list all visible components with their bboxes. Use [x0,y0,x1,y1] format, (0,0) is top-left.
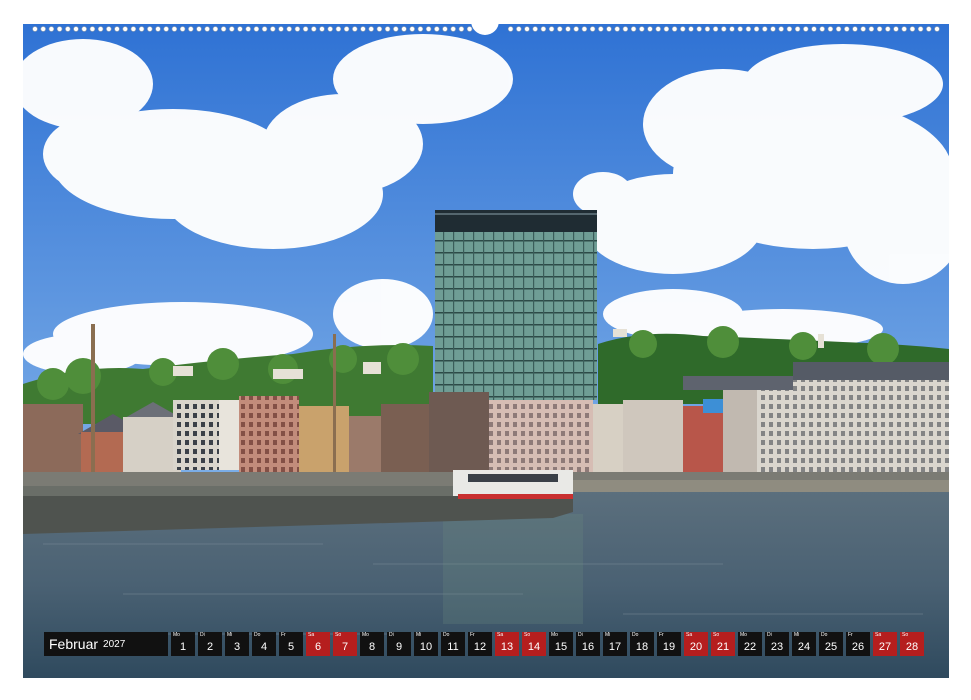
day-number: 13 [500,641,514,653]
day-number: 5 [287,641,295,653]
day-number: 16 [581,641,595,653]
calendar-day: Di 23 [765,632,789,656]
calendar-day: Mo 22 [738,632,762,656]
day-number: 21 [716,641,730,653]
day-number: 6 [314,641,322,653]
month-label-box: Februar 2027 [44,632,168,656]
day-number: 14 [527,641,541,653]
weekday-abbrev: Mo [362,632,369,638]
day-number: 12 [473,641,487,653]
year: 2027 [103,638,126,650]
day-number: 20 [689,641,703,653]
calendar-day: Sa 20 [684,632,708,656]
calendar-day: Mo 1 [171,632,195,656]
calendar-day: Mi 17 [603,632,627,656]
calendar-day: Do 25 [819,632,843,656]
month-name: Februar [49,636,99,652]
weekday-abbrev: Mo [173,632,180,638]
day-number: 22 [743,641,757,653]
day-number: 7 [341,641,349,653]
calendar-day: So 14 [522,632,546,656]
calendar-day: Fr 5 [279,632,303,656]
weekday-abbrev: Fr [470,632,475,638]
calendar-day: Fr 26 [846,632,870,656]
weekday-abbrev: Sa [686,632,693,638]
weekday-abbrev: Sa [875,632,882,638]
calendar-day: Mi 3 [225,632,249,656]
calendar-day: Fr 19 [657,632,681,656]
calendar-day: Fr 12 [468,632,492,656]
calendar-day: Di 16 [576,632,600,656]
calendar-day: Di 9 [387,632,411,656]
calendar-day: Mi 10 [414,632,438,656]
calendar-day: So 21 [711,632,735,656]
weekday-abbrev: Mo [551,632,558,638]
calendar-photo [23,24,949,678]
weekday-abbrev: So [713,632,720,638]
weekday-abbrev: Mi [227,632,233,638]
day-number: 11 [447,641,459,653]
day-number: 19 [662,641,676,653]
day-number: 28 [905,641,919,653]
calendar-day: Sa 27 [873,632,897,656]
calendar-day: Sa 6 [306,632,330,656]
day-number: 2 [206,641,214,653]
weekday-abbrev: Di [767,632,772,638]
calendar-day: Mo 15 [549,632,573,656]
day-number: 23 [770,641,784,653]
day-number: 26 [851,641,865,653]
day-number: 3 [233,641,241,653]
weekday-abbrev: Do [254,632,261,638]
calendar-day: Di 2 [198,632,222,656]
calendar-day: Do 18 [630,632,654,656]
weekday-abbrev: Mi [794,632,800,638]
calendar-day: So 28 [900,632,924,656]
weekday-abbrev: Di [389,632,394,638]
day-number: 4 [260,641,268,653]
weekday-abbrev: Sa [308,632,315,638]
weekday-abbrev: Fr [281,632,286,638]
weekday-abbrev: So [902,632,909,638]
calendar-day: Do 4 [252,632,276,656]
weekday-abbrev: Di [578,632,583,638]
calendar-day: Mi 24 [792,632,816,656]
calendar-strip: Februar 2027 Mo 1 Di 2 Mi 3 Do 4 Fr 5 Sa 6 So 7 Mo 8 Di 9… [44,632,924,656]
weekday-abbrev: Di [200,632,205,638]
day-number: 9 [395,641,403,653]
day-number: 15 [554,641,568,653]
weekday-abbrev: Fr [659,632,664,638]
calendar-day: Sa 13 [495,632,519,656]
weekday-abbrev: Do [821,632,828,638]
days-row: Mo 1 Di 2 Mi 3 Do 4 Fr 5 Sa 6 So 7 Mo 8 Di 9 Mi 10 Do 11 Fr 12 S… [171,632,924,656]
day-number: 1 [179,641,187,653]
day-number: 24 [797,641,811,653]
weekday-abbrev: Fr [848,632,853,638]
calendar-day: So 7 [333,632,357,656]
day-number: 17 [608,641,622,653]
day-number: 18 [635,641,649,653]
day-number: 8 [368,641,376,653]
day-number: 25 [824,641,838,653]
day-number: 27 [878,641,892,653]
weekday-abbrev: Mi [605,632,611,638]
weekday-abbrev: So [335,632,342,638]
weekday-abbrev: Mi [416,632,422,638]
weekday-abbrev: Sa [497,632,504,638]
calendar-day: Mo 8 [360,632,384,656]
weekday-abbrev: So [524,632,531,638]
weekday-abbrev: Do [443,632,450,638]
day-number: 10 [419,641,433,653]
calendar-day: Do 11 [441,632,465,656]
weekday-abbrev: Do [632,632,639,638]
weekday-abbrev: Mo [740,632,747,638]
